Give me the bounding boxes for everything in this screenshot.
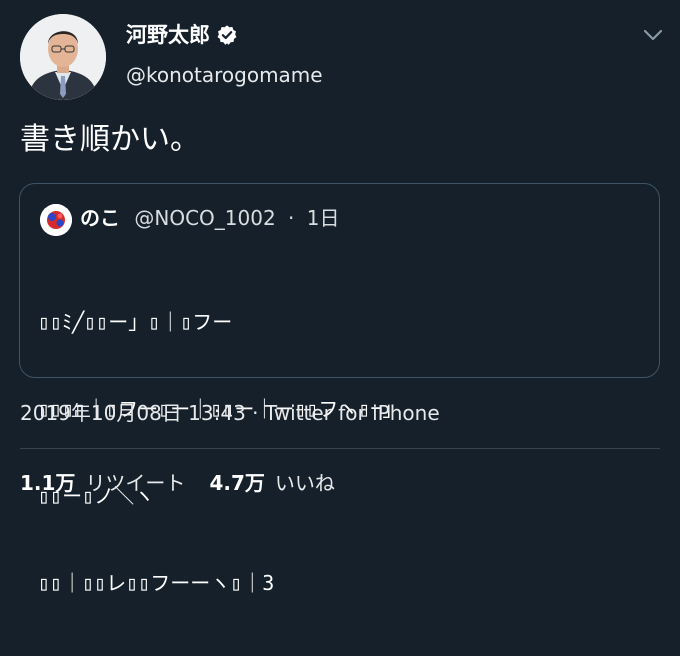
likes-label: いいね bbox=[274, 471, 335, 495]
tweet-date[interactable]: 2019年10月08日 13:43 bbox=[20, 401, 246, 425]
chevron-down-icon[interactable] bbox=[642, 27, 664, 43]
quote-text-line: ▯▯ﾐ╱▯▯ー」▯｜▯フー bbox=[38, 310, 233, 334]
author-handle[interactable]: @konotarogomame bbox=[126, 61, 323, 89]
quote-author-handle[interactable]: @NOCO_1002 bbox=[134, 206, 275, 230]
author-name-text: 河野太郎 bbox=[126, 23, 210, 47]
tweet-text: 書き順かい。 bbox=[20, 122, 200, 157]
retweets-count: 1.1万 bbox=[20, 471, 76, 495]
quote-author-name[interactable]: のこ bbox=[80, 206, 120, 230]
tweet-client[interactable]: Twitter for iPhone bbox=[265, 401, 440, 425]
likes-stat[interactable]: 4.7万 いいね bbox=[209, 471, 334, 495]
quote-separator: · bbox=[288, 206, 295, 230]
quote-avatar[interactable] bbox=[40, 204, 72, 236]
author-display-name[interactable]: 河野太郎 bbox=[126, 20, 238, 50]
retweets-stat[interactable]: 1.1万 リツイート bbox=[20, 471, 185, 495]
quote-header: のこ @NOCO_1002 · 1日 bbox=[80, 203, 339, 233]
tweet-metadata: 2019年10月08日 13:43 · Twitter for iPhone bbox=[20, 398, 440, 428]
meta-separator: · bbox=[252, 401, 259, 425]
person-portrait-icon bbox=[20, 14, 106, 100]
tweet-stats: 1.1万 リツイート 4.7万 いいね bbox=[20, 468, 335, 498]
quote-text-line: ▯▯｜▯▯レ▯▯フーーヽ▯｜3 bbox=[38, 571, 275, 595]
divider bbox=[20, 448, 660, 449]
quote-text: ▯▯ﾐ╱▯▯ー」▯｜▯フー ▯▯▯▯｜▯フー▯ー｜▯▯ー｜ー▯▯フヽ▯¬」 ▯▯… bbox=[38, 250, 403, 656]
author-avatar[interactable] bbox=[20, 14, 106, 100]
likes-count: 4.7万 bbox=[209, 471, 265, 495]
quote-timestamp[interactable]: 1日 bbox=[307, 206, 340, 230]
retweets-label: リツイート bbox=[85, 471, 186, 495]
verified-badge-icon bbox=[217, 25, 237, 45]
quoted-tweet[interactable]: のこ @NOCO_1002 · 1日 ▯▯ﾐ╱▯▯ー」▯｜▯フー ▯▯▯▯｜▯フ… bbox=[19, 183, 660, 595]
red-blue-dots-avatar-icon bbox=[40, 204, 72, 236]
